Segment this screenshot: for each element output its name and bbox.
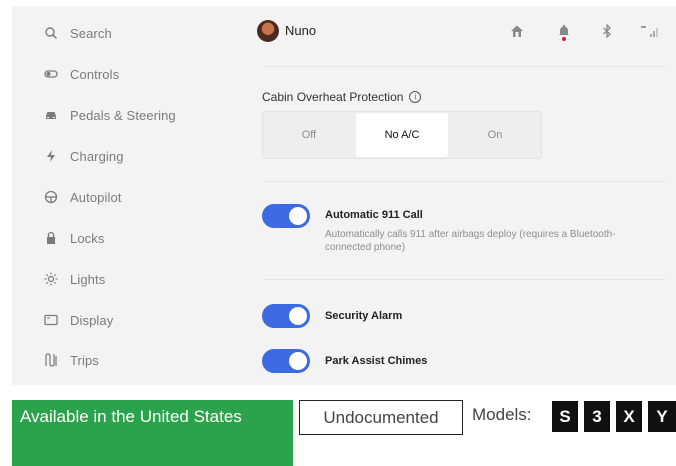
cabin-overheat-label: Cabin Overheat Protection i <box>262 90 422 104</box>
park-assist-chimes-title: Park Assist Chimes <box>325 355 428 367</box>
automatic-911-call-toggle[interactable] <box>262 204 310 228</box>
documentation-status-badge: Undocumented <box>299 400 463 435</box>
sidebar-item-trips[interactable]: Trips <box>42 348 99 372</box>
sidebar-item-locks[interactable]: Locks <box>42 226 104 250</box>
sidebar-item-label: Pedals & Steering <box>70 107 176 123</box>
sidebar-item-lights[interactable]: Lights <box>42 267 105 291</box>
cabin-overheat-segmented-control: Off No A/C On <box>262 111 542 159</box>
option-no-ac[interactable]: No A/C <box>356 113 448 157</box>
sidebar-item-display[interactable]: Display <box>42 308 113 332</box>
sidebar-item-charging[interactable]: Charging <box>42 144 124 168</box>
cabin-overheat-label-text: Cabin Overheat Protection <box>262 90 404 104</box>
trips-route-icon <box>42 352 60 368</box>
sidebar-item-label: Lights <box>70 271 106 287</box>
home-icon[interactable] <box>509 22 525 40</box>
lightning-bolt-icon <box>42 148 60 164</box>
sidebar-item-label: Controls <box>70 66 120 82</box>
search-icon <box>42 25 60 41</box>
toggle-knob <box>289 352 307 370</box>
divider <box>264 279 666 280</box>
sidebar-item-search[interactable]: Search <box>42 21 112 45</box>
signal-icon <box>639 22 661 40</box>
sun-icon <box>42 271 60 287</box>
sidebar-item-label: Autopilot <box>70 189 122 205</box>
availability-badge: Available in the United States <box>12 400 293 466</box>
model-badge-s: S <box>552 401 578 432</box>
bluetooth-icon[interactable] <box>599 22 615 40</box>
sidebar-item-label: Charging <box>70 148 124 164</box>
divider <box>264 181 666 182</box>
toggle-knob <box>289 207 307 225</box>
display-icon <box>42 312 60 328</box>
sidebar-item-label: Locks <box>70 230 105 246</box>
info-icon[interactable]: i <box>409 91 422 103</box>
model-badge-x: X <box>616 401 642 432</box>
model-badge-3: 3 <box>584 401 610 432</box>
sidebar-item-autopilot[interactable]: Autopilot <box>42 185 122 209</box>
avatar[interactable] <box>257 20 279 42</box>
automatic-911-call-description: Automatically calls 911 after airbags de… <box>325 229 616 253</box>
security-alarm-toggle[interactable] <box>262 304 310 328</box>
park-assist-chimes-toggle[interactable] <box>262 349 310 373</box>
sidebar-item-pedals-steering[interactable]: Pedals & Steering <box>42 103 176 127</box>
option-on[interactable]: On <box>449 112 541 158</box>
car-icon <box>42 107 60 123</box>
username[interactable]: Nuno <box>285 23 316 38</box>
toggle-knob <box>289 307 307 325</box>
option-off[interactable]: Off <box>263 112 355 158</box>
security-alarm-title: Security Alarm <box>325 310 403 322</box>
sidebar-item-label: Trips <box>70 352 99 368</box>
model-badge-y: Y <box>648 401 676 432</box>
sidebar-item-label: Display <box>70 312 114 328</box>
steering-wheel-icon <box>42 189 60 205</box>
sidebar: Search Controls Pedals & Steering Chargi… <box>12 6 244 385</box>
models-label: Models: <box>472 405 532 424</box>
controls-toggle-icon <box>42 66 60 82</box>
divider <box>264 66 666 67</box>
automatic-911-call-title: Automatic 911 Call <box>325 209 423 221</box>
top-bar: Nuno <box>244 16 676 46</box>
sidebar-item-controls[interactable]: Controls <box>42 62 119 86</box>
lock-icon <box>42 230 60 246</box>
settings-panel: Search Controls Pedals & Steering Chargi… <box>12 6 676 385</box>
main-content: Nuno Cabin Overheat Protection i Off No … <box>244 6 676 385</box>
bell-icon[interactable] <box>556 22 572 41</box>
sidebar-item-label: Search <box>70 25 112 41</box>
